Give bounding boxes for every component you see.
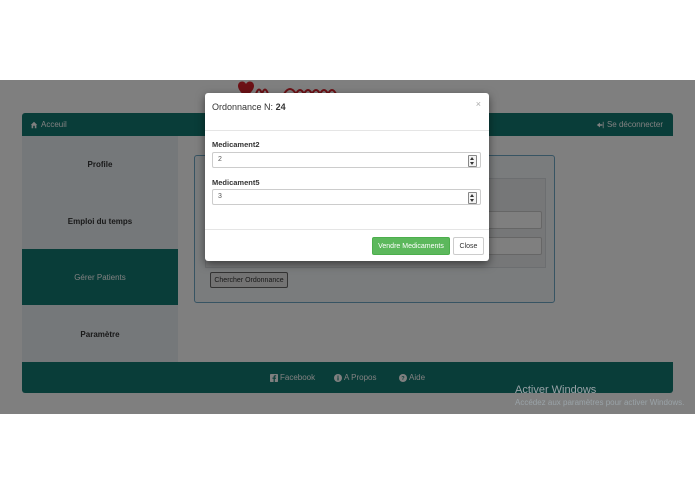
watermark-subtitle: Accédez aux paramètres pour activer Wind… xyxy=(515,398,685,407)
modal-footer: Vendre Medicaments Close xyxy=(205,229,489,261)
modal-header: Ordonnance N: 24 × xyxy=(205,93,489,131)
close-icon[interactable]: × xyxy=(476,99,481,109)
spinner-icon[interactable] xyxy=(468,155,477,167)
spinner-icon[interactable] xyxy=(468,192,477,204)
medicament-label: Medicament5 xyxy=(212,178,260,187)
medicament-label: Medicament2 xyxy=(212,140,260,149)
ordonnance-number: 24 xyxy=(275,102,286,112)
ordonnance-modal: Ordonnance N: 24 × Medicament2 2 Medicam… xyxy=(205,93,489,261)
input-value: 3 xyxy=(218,193,222,200)
windows-activation-watermark: Activer Windows Accédez aux paramètres p… xyxy=(515,384,684,407)
watermark-title: Activer Windows xyxy=(515,384,597,396)
modal-title-prefix: Ordonnance N: xyxy=(212,102,274,112)
close-button[interactable]: Close xyxy=(453,237,484,255)
vendre-medicaments-button[interactable]: Vendre Medicaments xyxy=(372,237,450,255)
medicament-quantity-input[interactable]: 3 xyxy=(212,189,481,205)
input-value: 2 xyxy=(218,156,222,163)
medicament-quantity-input[interactable]: 2 xyxy=(212,152,481,168)
modal-title: Ordonnance N: 24 xyxy=(212,102,286,112)
